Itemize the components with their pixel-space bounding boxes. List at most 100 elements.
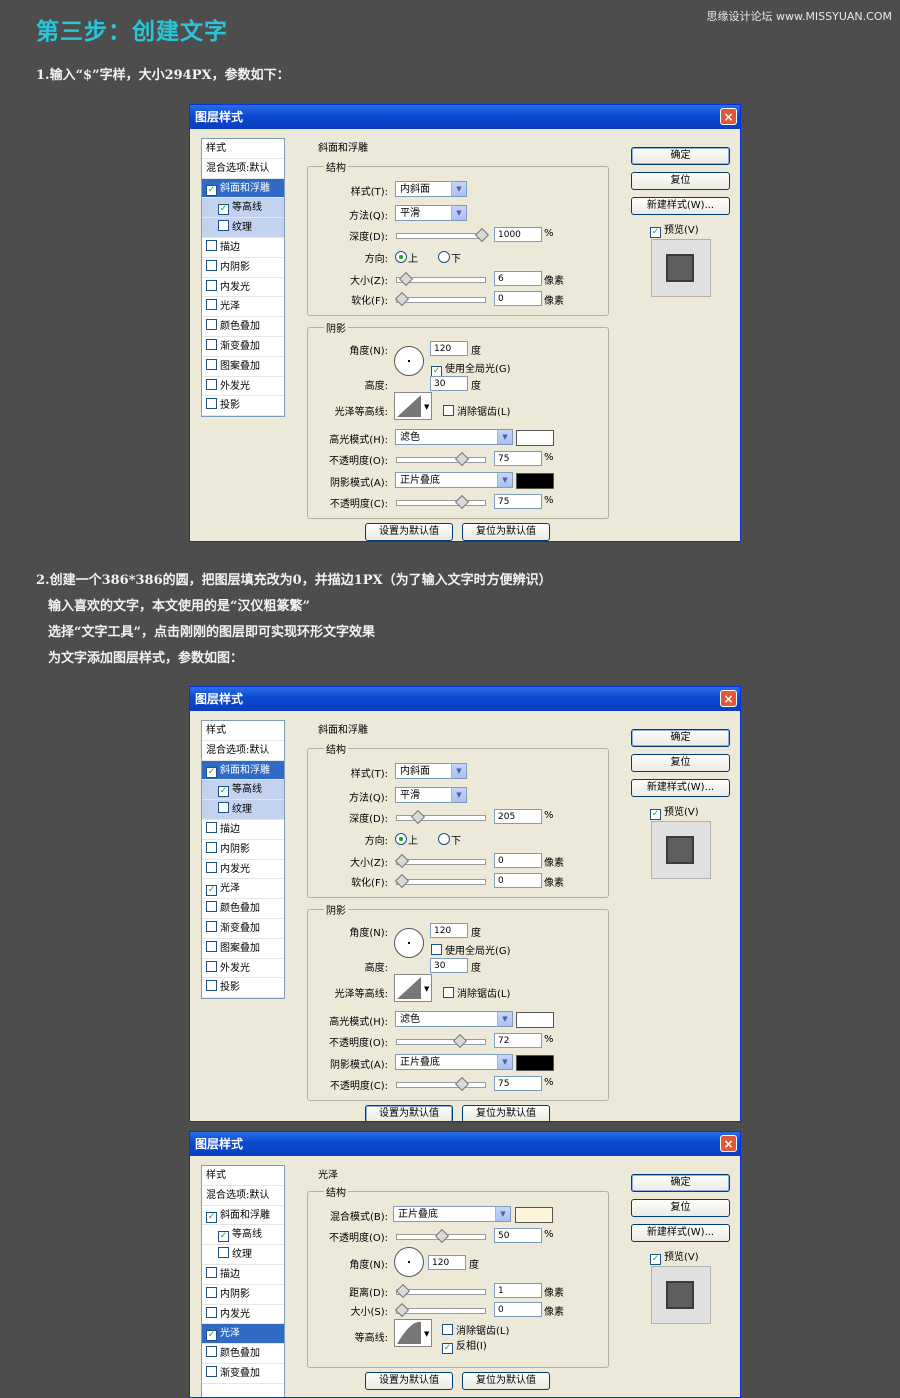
checkbox-icon[interactable]	[206, 398, 217, 410]
highlight-opacity-slider[interactable]	[396, 451, 486, 467]
checkbox-icon[interactable]	[206, 279, 217, 291]
checkbox-icon[interactable]: ✓	[206, 885, 217, 897]
style-list-item[interactable]: 图案叠加	[202, 939, 284, 959]
shadow-opacity-input[interactable]: 75	[494, 1076, 542, 1091]
style-list-item[interactable]: 描边	[202, 238, 284, 258]
highlight-mode-select[interactable]: 滤色 ▼	[395, 429, 513, 445]
satin-color-swatch[interactable]	[515, 1207, 553, 1223]
style-list-item[interactable]: 光泽	[202, 297, 284, 318]
reset-to-default-button[interactable]: 复位为默认值	[462, 523, 550, 541]
soften-slider[interactable]	[394, 873, 486, 889]
soften-slider[interactable]	[394, 291, 486, 307]
checkbox-icon[interactable]: ✓	[218, 1231, 229, 1243]
style-list-item[interactable]: 颜色叠加	[202, 317, 284, 337]
style-list-item[interactable]: ✓ 光泽	[202, 1324, 284, 1345]
style-list-item[interactable]: 颜色叠加	[202, 1344, 284, 1364]
checkbox-icon[interactable]	[206, 299, 217, 311]
style-list-item[interactable]: 纹理	[202, 800, 284, 820]
size-slider[interactable]	[396, 271, 486, 287]
angle-input[interactable]: 120	[428, 1255, 466, 1270]
checkbox-icon[interactable]	[206, 940, 217, 952]
checkbox-icon[interactable]	[206, 378, 217, 390]
size-input[interactable]: 0	[494, 1302, 542, 1317]
angle-input[interactable]: 120	[430, 923, 468, 938]
style-list-item[interactable]: 内发光	[202, 278, 284, 298]
ok-button[interactable]: 确定	[631, 729, 730, 747]
checkbox-icon[interactable]	[206, 920, 217, 932]
highlight-opacity-input[interactable]: 72	[494, 1033, 542, 1048]
preview-checkbox[interactable]: ✓ 预览(V)	[650, 221, 699, 238]
global-light-checkbox[interactable]: 使用全局光(G)	[431, 942, 511, 957]
style-list-item[interactable]: 内阴影	[202, 1285, 284, 1305]
highlight-opacity-slider[interactable]	[396, 1033, 486, 1049]
make-default-button[interactable]: 设置为默认值	[365, 1105, 453, 1121]
style-list-item[interactable]: 纹理	[202, 218, 284, 238]
checkbox-icon[interactable]	[218, 220, 229, 232]
angle-dial[interactable]	[394, 928, 424, 958]
style-list-item[interactable]: 描边	[202, 820, 284, 840]
checkbox-icon[interactable]: ✓	[206, 766, 217, 778]
opacity-slider[interactable]	[396, 1228, 486, 1244]
soften-input[interactable]: 0	[494, 873, 542, 888]
style-select[interactable]: 内斜面 ▼	[395, 181, 467, 197]
checkbox-icon[interactable]	[206, 319, 217, 331]
checkbox-icon[interactable]	[206, 1286, 217, 1298]
ok-button[interactable]: 确定	[631, 147, 730, 165]
reset-to-default-button[interactable]: 复位为默认值	[462, 1372, 550, 1390]
preview-checkbox[interactable]: ✓ 预览(V)	[650, 803, 699, 820]
style-list-item[interactable]: 内阴影	[202, 840, 284, 860]
direction-down-radio[interactable]	[438, 833, 450, 845]
checkbox-icon[interactable]: ✓	[218, 204, 229, 216]
size-input[interactable]: 6	[494, 271, 542, 286]
checkbox-icon[interactable]	[218, 1247, 229, 1259]
distance-slider[interactable]	[395, 1283, 486, 1299]
style-list-item[interactable]: 纹理	[202, 1245, 284, 1265]
style-list-item[interactable]: ✓ 等高线	[202, 198, 284, 219]
reset-button[interactable]: 复位	[631, 754, 730, 772]
style-list-item[interactable]: 投影	[202, 396, 284, 417]
new-style-button[interactable]: 新建样式(W)...	[631, 779, 730, 797]
style-list-item[interactable]: ✓ 等高线	[202, 1225, 284, 1246]
checkbox-icon[interactable]	[206, 1365, 217, 1377]
checkbox-icon[interactable]	[206, 259, 217, 271]
gloss-contour-picker[interactable]: ▼	[394, 974, 432, 1002]
style-select[interactable]: 内斜面 ▼	[395, 763, 467, 779]
checkbox-icon[interactable]	[206, 358, 217, 370]
style-list-item[interactable]: ✓ 斜面和浮雕	[202, 1206, 284, 1226]
blend-mode-select[interactable]: 正片叠底 ▼	[393, 1206, 511, 1222]
shadow-opacity-slider[interactable]	[396, 494, 486, 510]
method-select[interactable]: 平滑 ▼	[395, 787, 467, 803]
close-icon[interactable]: ×	[720, 1135, 737, 1152]
checkbox-icon[interactable]	[218, 802, 229, 814]
antialias-checkbox[interactable]: 消除锯齿(L)	[443, 985, 510, 1000]
checkbox-icon[interactable]	[206, 901, 217, 913]
checkbox-icon[interactable]: ✓	[206, 1330, 217, 1342]
shadow-opacity-input[interactable]: 75	[494, 494, 542, 509]
distance-input[interactable]: 1	[494, 1283, 542, 1298]
direction-up-radio[interactable]	[395, 251, 407, 263]
blend-options-item[interactable]: 混合选项:默认	[202, 159, 284, 179]
shadow-color-swatch[interactable]	[516, 1055, 554, 1071]
direction-down-radio[interactable]	[438, 251, 450, 263]
make-default-button[interactable]: 设置为默认值	[365, 523, 453, 541]
contour-picker[interactable]: ▼	[394, 1319, 432, 1347]
style-list-item[interactable]: ✓ 光泽	[202, 879, 284, 900]
altitude-input[interactable]: 30	[430, 376, 468, 391]
checkbox-icon[interactable]	[206, 338, 217, 350]
direction-up-radio[interactable]	[395, 833, 407, 845]
style-list-item[interactable]: 内发光	[202, 860, 284, 880]
preview-checkbox[interactable]: ✓ 预览(V)	[650, 1248, 699, 1265]
dialog-titlebar[interactable]: 图层样式 ×	[190, 105, 740, 129]
size-slider[interactable]	[394, 1302, 486, 1318]
style-list-item[interactable]: 描边	[202, 1265, 284, 1285]
highlight-color-swatch[interactable]	[516, 430, 554, 446]
shadow-color-swatch[interactable]	[516, 473, 554, 489]
depth-input[interactable]: 205	[494, 809, 542, 824]
blend-options-item[interactable]: 混合选项:默认	[202, 741, 284, 761]
angle-dial[interactable]	[394, 346, 424, 376]
checkbox-icon[interactable]: ✓	[218, 786, 229, 798]
shadow-opacity-slider[interactable]	[396, 1076, 486, 1092]
style-list-item[interactable]: 渐变叠加	[202, 337, 284, 357]
depth-slider[interactable]	[396, 809, 486, 825]
checkbox-icon[interactable]	[206, 239, 217, 251]
